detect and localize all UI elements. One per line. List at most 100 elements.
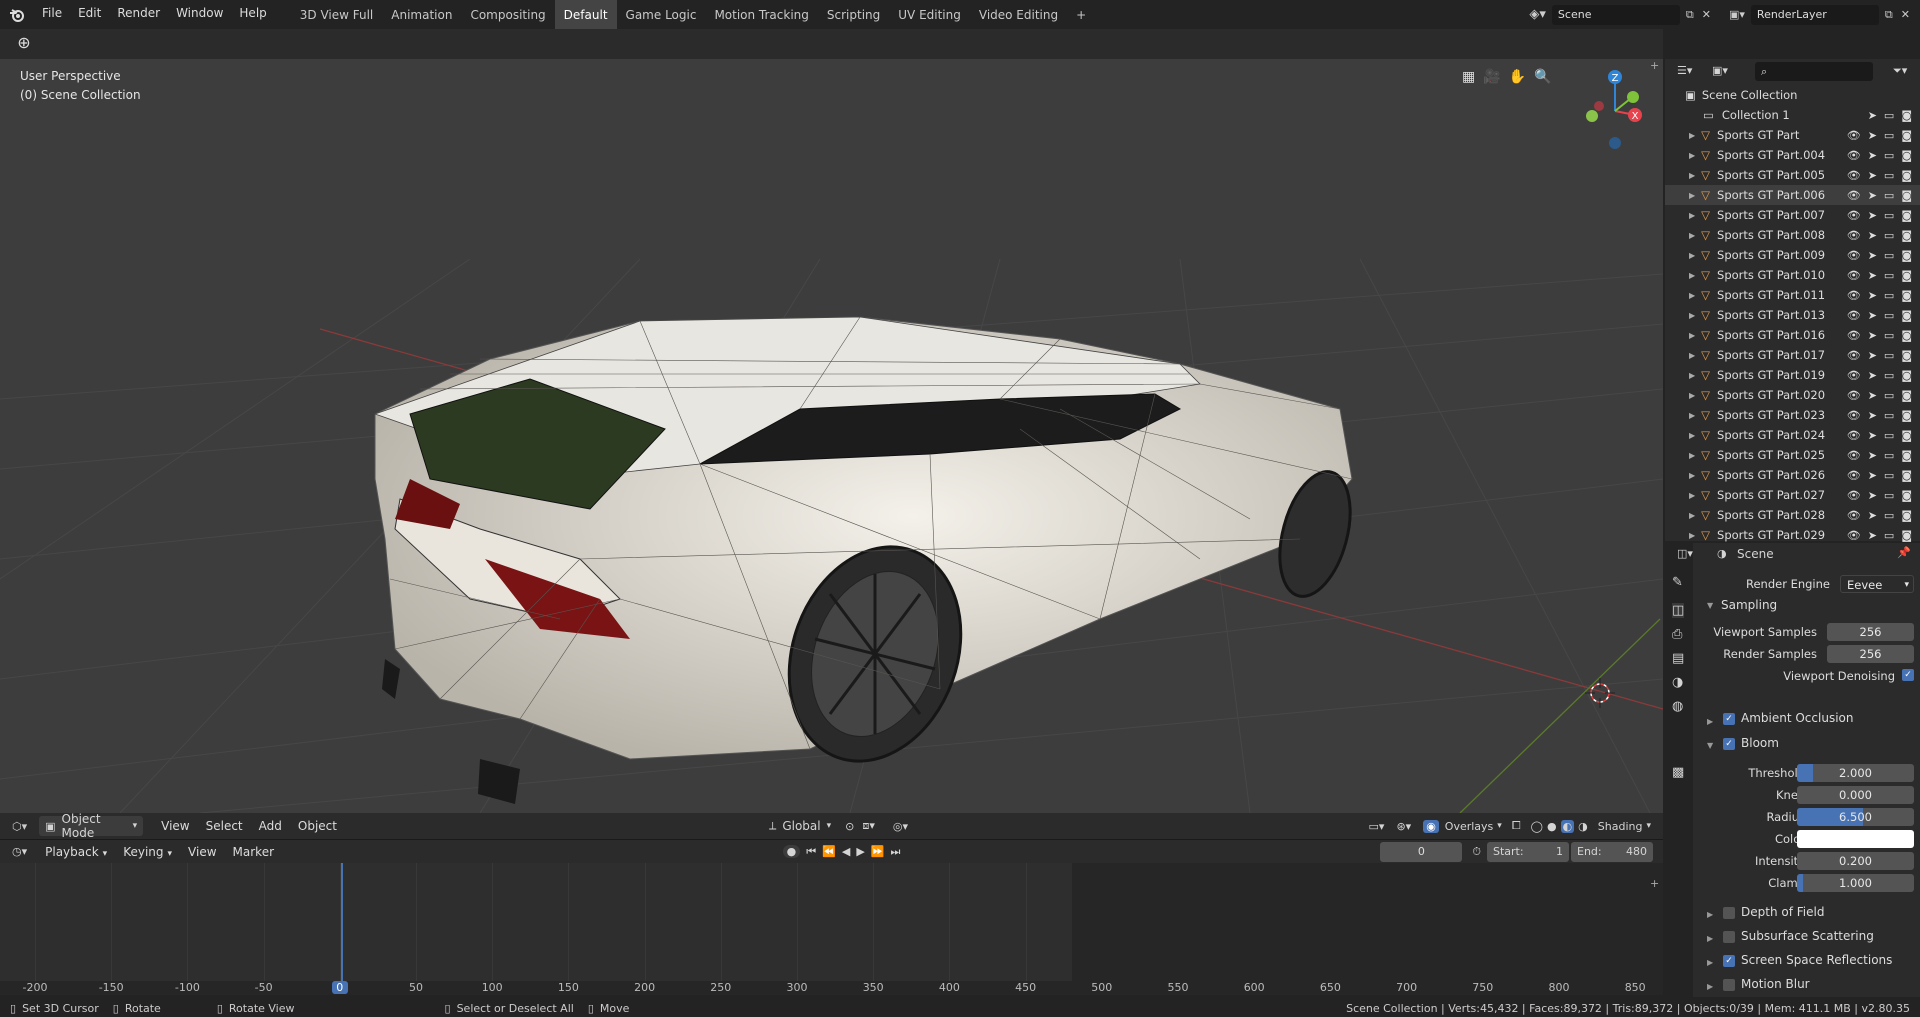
render-camera-icon[interactable]: ◙ xyxy=(1901,109,1912,122)
expand-icon[interactable]: ▶ xyxy=(1689,191,1695,200)
object-menu[interactable]: Object xyxy=(290,819,345,833)
selectable-arrow-icon[interactable]: ➤ xyxy=(1868,329,1877,342)
viewport-toggle-icon[interactable]: ▭ xyxy=(1884,209,1894,222)
tool-tab-icon[interactable]: ✎ xyxy=(1672,575,1683,590)
motion-blur-expand-icon[interactable]: ▶ xyxy=(1707,982,1713,991)
outliner-item[interactable]: ▶ ▽ Sports GT Part.028 👁 ➤ ▭ ◙ xyxy=(1665,505,1920,525)
outliner-item[interactable]: ▶ ▽ Sports GT Part.017 👁 ➤ ▭ ◙ xyxy=(1665,345,1920,365)
visibility-eye-icon[interactable]: 👁 xyxy=(1847,369,1861,382)
outliner-item[interactable]: ▶ ▽ Sports GT Part.011 👁 ➤ ▭ ◙ xyxy=(1665,285,1920,305)
output-tab-icon[interactable]: ⎙ xyxy=(1672,627,1682,642)
outliner-item[interactable]: ▶ ▽ Sports GT Part.016 👁 ➤ ▭ ◙ xyxy=(1665,325,1920,345)
viewport-toggle-icon[interactable]: ▭ xyxy=(1884,409,1894,422)
visibility-eye-icon[interactable]: 👁 xyxy=(1847,349,1861,362)
zoom-icon[interactable]: 🔍 xyxy=(1534,69,1551,85)
timeline-menu-view[interactable]: View xyxy=(180,845,224,859)
ao-expand-icon[interactable]: ▶ xyxy=(1707,717,1713,726)
ssr-header[interactable]: Screen Space Reflections xyxy=(1741,953,1892,967)
selectable-arrow-icon[interactable]: ➤ xyxy=(1868,289,1877,302)
pan-hand-icon[interactable]: ✋ xyxy=(1509,69,1526,85)
selectable-arrow-icon[interactable]: ➤ xyxy=(1868,489,1877,502)
selectable-arrow-icon[interactable]: ➤ xyxy=(1868,229,1877,242)
selectable-arrow-icon[interactable]: ➤ xyxy=(1868,309,1877,322)
visibility-eye-icon[interactable]: 👁 xyxy=(1847,289,1861,302)
blender-logo-icon[interactable] xyxy=(0,0,34,29)
outliner-item[interactable]: ▶ ▽ Sports GT Part.023 👁 ➤ ▭ ◙ xyxy=(1665,405,1920,425)
visibility-icon[interactable]: ▭▾ xyxy=(1369,820,1385,833)
expand-icon[interactable]: ▶ xyxy=(1689,391,1695,400)
viewport-toggle-icon[interactable]: ▭ xyxy=(1884,329,1894,342)
render-camera-icon[interactable]: ◙ xyxy=(1901,169,1912,182)
render-camera-icon[interactable]: ◙ xyxy=(1901,489,1912,502)
visibility-eye-icon[interactable]: 👁 xyxy=(1847,449,1861,462)
outliner-search-input[interactable]: ⌕ xyxy=(1755,62,1873,81)
visibility-eye-icon[interactable]: 👁 xyxy=(1847,129,1861,142)
selectable-arrow-icon[interactable]: ➤ xyxy=(1868,209,1877,222)
add-menu[interactable]: Add xyxy=(251,819,290,833)
render-samples-field[interactable]: 256 xyxy=(1827,645,1914,663)
expand-icon[interactable]: ▶ xyxy=(1689,411,1695,420)
ao-checkbox[interactable]: ✓ xyxy=(1723,713,1735,725)
visibility-eye-icon[interactable]: 👁 xyxy=(1847,269,1861,282)
timeline-menu-marker[interactable]: Marker xyxy=(225,845,282,859)
selectable-arrow-icon[interactable]: ➤ xyxy=(1868,109,1877,122)
jump-end-icon[interactable]: ⏭ xyxy=(891,845,901,859)
selectable-arrow-icon[interactable]: ➤ xyxy=(1868,429,1877,442)
selectable-arrow-icon[interactable]: ➤ xyxy=(1868,269,1877,282)
render-camera-icon[interactable]: ◙ xyxy=(1901,229,1912,242)
menu-help[interactable]: Help xyxy=(231,0,274,29)
expand-icon[interactable]: ▶ xyxy=(1689,331,1695,340)
dof-header[interactable]: Depth of Field xyxy=(1741,905,1824,919)
render-camera-icon[interactable]: ◙ xyxy=(1901,509,1912,522)
jump-prev-key-icon[interactable]: ⏪ xyxy=(822,845,836,858)
visibility-eye-icon[interactable]: 👁 xyxy=(1847,249,1861,262)
timeline-menu-playback[interactable]: Playback ▾ xyxy=(37,845,115,859)
viewport-toggle-icon[interactable]: ▭ xyxy=(1884,449,1894,462)
outliner-item[interactable]: ▶ ▽ Sports GT Part.006 👁 ➤ ▭ ◙ xyxy=(1665,185,1920,205)
outliner-item[interactable]: ▭ Collection 1 ➤ ▭ ◙ xyxy=(1665,105,1920,125)
jump-next-key-icon[interactable]: ⏩ xyxy=(871,845,885,858)
filter-icon[interactable]: ⏷▾ xyxy=(1893,64,1907,78)
motion-blur-header[interactable]: Motion Blur xyxy=(1741,977,1810,991)
expand-icon[interactable]: ▶ xyxy=(1689,491,1695,500)
outliner-item[interactable]: ▶ ▽ Sports GT Part.004 👁 ➤ ▭ ◙ xyxy=(1665,145,1920,165)
outliner-root[interactable]: ▣ Scene Collection xyxy=(1665,85,1920,105)
scene-name-field[interactable]: Scene xyxy=(1551,4,1680,25)
render-camera-icon[interactable]: ◙ xyxy=(1901,369,1912,382)
dof-expand-icon[interactable]: ▶ xyxy=(1707,910,1713,919)
outliner-item[interactable]: ▶ ▽ Sports GT Part.019 👁 ➤ ▭ ◙ xyxy=(1665,365,1920,385)
viewport-toggle-icon[interactable]: ▭ xyxy=(1884,469,1894,482)
visibility-eye-icon[interactable]: 👁 xyxy=(1847,429,1861,442)
selectable-arrow-icon[interactable]: ➤ xyxy=(1868,509,1877,522)
3d-cursor[interactable] xyxy=(1585,678,1615,708)
sampling-expand-icon[interactable]: ▼ xyxy=(1707,601,1713,610)
viewport-toggle-icon[interactable]: ▭ xyxy=(1884,249,1894,262)
wireframe-shading-icon[interactable]: ◯ xyxy=(1531,820,1543,833)
snap-icon[interactable]: ⊙ xyxy=(845,820,854,833)
tab-default[interactable]: Default xyxy=(554,0,617,29)
expand-icon[interactable]: ▶ xyxy=(1689,311,1695,320)
sampling-header[interactable]: Sampling xyxy=(1721,598,1777,612)
object-mode-dropdown[interactable]: ▣ Object Mode ▾ xyxy=(39,812,144,840)
sss-header[interactable]: Subsurface Scattering xyxy=(1741,929,1874,943)
expand-icon[interactable]: ▶ xyxy=(1689,151,1695,160)
viewport-toggle-icon[interactable]: ▭ xyxy=(1884,269,1894,282)
sss-checkbox[interactable] xyxy=(1723,931,1735,943)
visibility-eye-icon[interactable]: 👁 xyxy=(1847,169,1861,182)
display-mode-icon[interactable]: ▣▾ xyxy=(1712,64,1728,77)
play-reverse-icon[interactable]: ◀ xyxy=(842,845,850,858)
bloom-color-swatch[interactable] xyxy=(1797,830,1914,848)
visibility-eye-icon[interactable]: 👁 xyxy=(1847,509,1861,522)
ssr-checkbox[interactable]: ✓ xyxy=(1723,955,1735,967)
solid-shading-icon[interactable]: ● xyxy=(1547,820,1557,833)
render-camera-icon[interactable]: ◙ xyxy=(1901,529,1912,542)
render-camera-icon[interactable]: ◙ xyxy=(1901,309,1912,322)
expand-icon[interactable]: ▶ xyxy=(1689,131,1695,140)
tab-video-editing[interactable]: Video Editing xyxy=(970,0,1067,29)
render-camera-icon[interactable]: ◙ xyxy=(1901,329,1912,342)
selectable-arrow-icon[interactable]: ➤ xyxy=(1868,449,1877,462)
playhead[interactable] xyxy=(341,863,343,981)
ao-header[interactable]: Ambient Occlusion xyxy=(1741,711,1853,725)
timeline-editor-icon[interactable]: ◷▾ xyxy=(12,845,27,858)
viewport-toggle-icon[interactable]: ▭ xyxy=(1884,189,1894,202)
